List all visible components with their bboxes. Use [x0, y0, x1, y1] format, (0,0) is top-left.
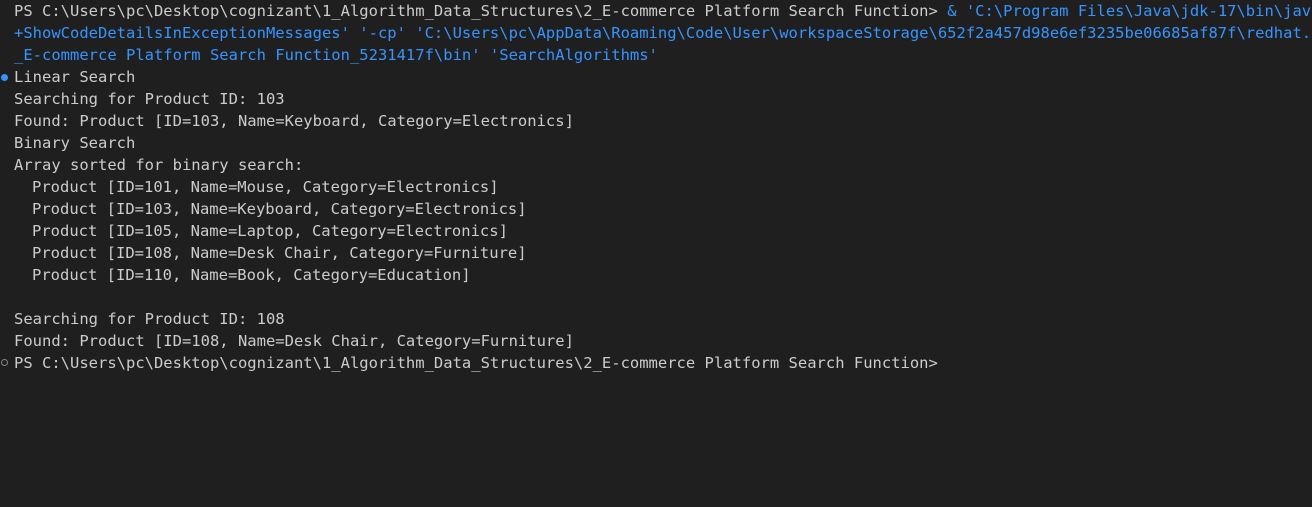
final-shell-prompt[interactable]: PS C:\Users\pc\Desktop\cognizant\1_Algor… [14, 352, 938, 374]
output-binary-header: Binary Search [14, 134, 136, 152]
sorted-product-line: Product [ID=105, Name=Laptop, Category=E… [32, 222, 508, 240]
output-binary-searching: Searching for Product ID: 108 [14, 310, 285, 328]
terminal-panel[interactable]: PS C:\Users\pc\Desktop\cognizant\1_Algor… [0, 0, 1312, 507]
output-linear-header: Linear Search [14, 68, 136, 86]
sorted-product-line: Product [ID=108, Name=Desk Chair, Catego… [32, 244, 527, 262]
output-sorted-label: Array sorted for binary search: [14, 156, 304, 174]
sorted-product-line: Product [ID=101, Name=Mouse, Category=El… [32, 178, 499, 196]
prompt-decoration-icon[interactable] [1, 359, 8, 366]
command-line-1: PS C:\Users\pc\Desktop\cognizant\1_Algor… [14, 0, 1312, 22]
java-command-part-1: & 'C:\Program Files\Java\jdk-17\bin\java… [947, 2, 1312, 20]
output-linear-searching: Searching for Product ID: 103 [14, 90, 285, 108]
sorted-product-line: Product [ID=110, Name=Book, Category=Edu… [32, 266, 471, 284]
output-linear-found: Found: Product [ID=103, Name=Keyboard, C… [14, 112, 574, 130]
sorted-product-line: Product [ID=103, Name=Keyboard, Category… [32, 200, 527, 218]
java-command-part-3: _E-commerce Platform Search Function_523… [14, 46, 658, 64]
java-command-part-2: +ShowCodeDetailsInExceptionMessages' '-c… [14, 24, 1312, 42]
output-binary-found: Found: Product [ID=108, Name=Desk Chair,… [14, 332, 574, 350]
shell-prompt: PS C:\Users\pc\Desktop\cognizant\1_Algor… [14, 2, 938, 20]
command-success-decoration-icon[interactable] [1, 74, 8, 81]
